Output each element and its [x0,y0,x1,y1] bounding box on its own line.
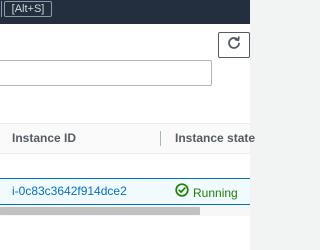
instance-state-label: Running [193,185,238,200]
horizontal-scrollbar-thumb[interactable] [0,207,200,215]
table-header: Instance ID Instance state [0,124,255,154]
column-resize-handle[interactable] [160,131,161,146]
table-row[interactable]: i-0c83c3642f914dce2 Running [0,178,250,205]
instances-panel: Instance ID Instance state i-0c83c3642f9… [0,24,255,250]
top-navigation-bar: [Alt+S] [0,0,250,24]
check-circle-icon [175,183,189,202]
topbar-control-edge[interactable] [0,1,2,17]
instances-table: Instance ID Instance state i-0c83c3642f9… [0,123,255,250]
search-shortcut-hint[interactable]: [Alt+S] [4,1,52,17]
refresh-button[interactable] [218,32,250,58]
instance-state: Running [175,183,238,202]
column-header-instance-state[interactable]: Instance state [175,131,255,145]
search-input[interactable] [0,60,212,86]
column-header-instance-id[interactable]: Instance ID [12,131,76,145]
instance-id-link[interactable]: i-0c83c3642f914dce2 [12,184,127,198]
refresh-icon [227,35,241,55]
